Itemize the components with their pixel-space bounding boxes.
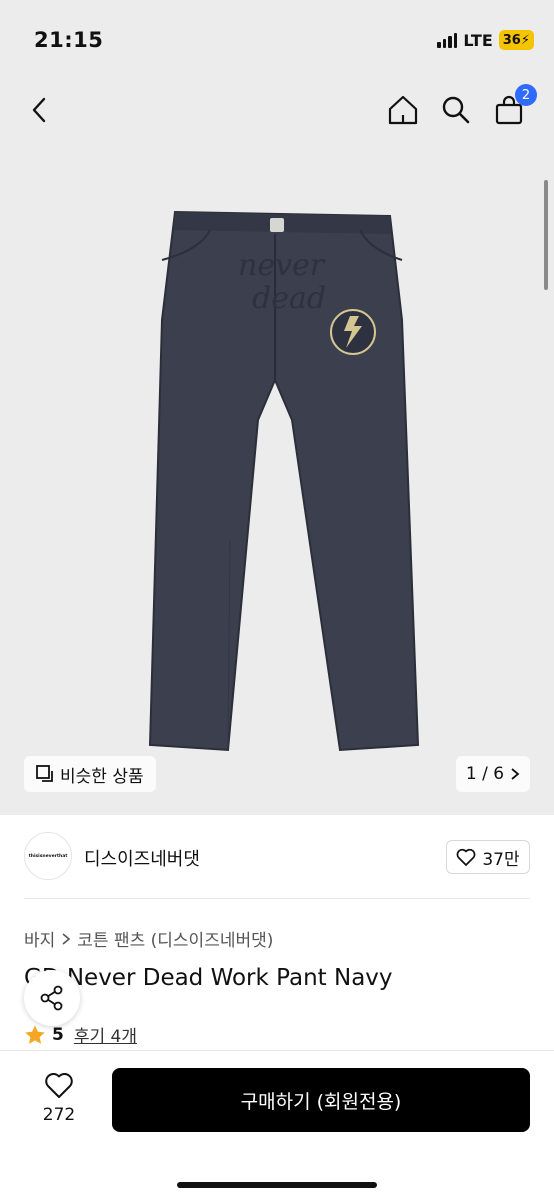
chevron-right-icon [62,932,71,945]
product-image: never dead [148,210,420,752]
wishlist-button[interactable]: 272 [34,1071,84,1125]
cart-count-badge: 2 [515,84,537,106]
rating-row: 5 후기 4개 [24,1022,137,1047]
cart-button[interactable]: 2 [489,84,537,130]
similar-icon [36,765,53,782]
divider [24,898,530,899]
brand-like-count: 37만 [482,849,520,870]
image-pager[interactable]: 1 / 6 [456,756,530,792]
star-icon [25,1025,45,1044]
search-button[interactable] [436,90,476,130]
network-label: LTE [463,30,493,50]
heart-icon [45,1072,73,1098]
bottom-action-bar: 272 구매하기 (회원전용) [0,1050,554,1200]
heart-icon [456,848,476,866]
scroll-indicator [544,180,548,290]
svg-text:dead: dead [252,281,326,316]
battery-level: 36 [502,32,521,48]
breadcrumb-subcategory[interactable]: 코튼 팬츠 (디스이즈네버댓) [77,926,273,951]
back-arrow-icon [32,97,46,123]
brand-row[interactable]: thisisneverthat 디스이즈네버댓 37만 [24,830,530,886]
similar-products-button[interactable]: 비슷한 상품 [24,756,156,792]
top-navigation: 2 [0,80,554,144]
chevron-right-icon [511,768,520,780]
svg-text:never: never [238,248,326,283]
buy-button[interactable]: 구매하기 (회원전용) [112,1068,530,1132]
signal-icon [437,32,458,48]
share-button[interactable] [24,970,80,1026]
battery-icon: 36 ⚡ [498,30,534,50]
page-indicator: 1 / 6 [465,764,505,784]
wishlist-count: 272 [42,1105,76,1125]
brand-name[interactable]: 디스이즈네버댓 [84,845,200,871]
search-icon [442,96,470,124]
home-indicator [177,1182,377,1188]
breadcrumb-category[interactable]: 바지 [24,926,55,951]
share-icon [40,985,63,1011]
home-button[interactable] [383,90,423,130]
status-icons: LTE 36 ⚡ [437,30,534,50]
brand-like-button[interactable]: 37만 [446,840,530,874]
brand-logo[interactable]: thisisneverthat [24,832,72,880]
back-button[interactable] [20,90,60,130]
rating-score: 5 [52,1024,64,1045]
similar-products-label: 비슷한 상품 [60,766,144,787]
status-bar: 21:15 LTE 36 ⚡ [0,0,554,80]
reviews-link[interactable]: 후기 4개 [74,1022,137,1047]
product-title: GD Never Dead Work Pant Navy [24,965,393,991]
breadcrumb: 바지 코튼 팬츠 (디스이즈네버댓) [24,926,273,951]
product-gallery[interactable]: 2 never dead 비슷한 상품 1 / 6 [0,80,554,815]
status-time: 21:15 [34,28,104,52]
home-icon [388,95,418,125]
